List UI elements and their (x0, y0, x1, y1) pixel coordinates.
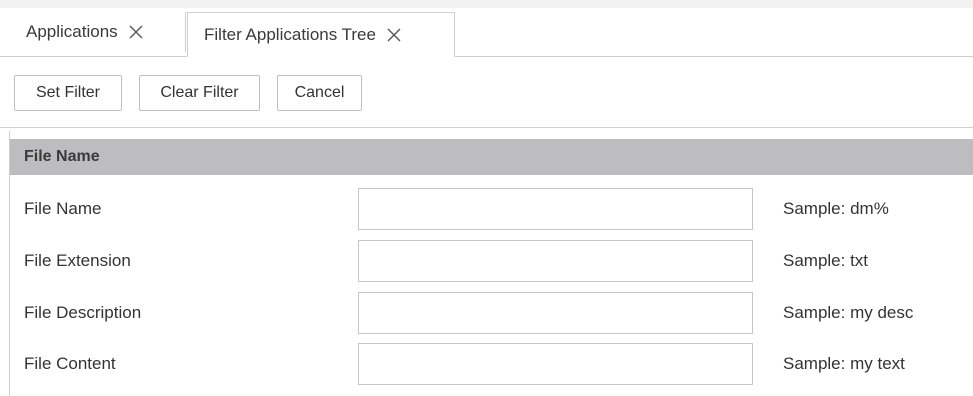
close-icon[interactable] (128, 24, 144, 40)
sample-hint: Sample: txt (783, 251, 869, 270)
clear-filter-button[interactable]: Clear Filter (139, 75, 260, 111)
file-name-input[interactable] (358, 188, 753, 230)
file-content-input[interactable] (358, 343, 753, 385)
tab-bar: Applications Filter Applications Tree (0, 8, 973, 57)
file-description-input[interactable] (358, 292, 753, 334)
file-extension-input[interactable] (358, 240, 753, 282)
sample-hint: Sample: my text (783, 354, 905, 373)
tab-filter-applications-tree[interactable]: Filter Applications Tree (187, 12, 455, 57)
tab-applications[interactable]: Applications (14, 12, 186, 52)
section-header: File Name (10, 139, 973, 175)
cancel-button[interactable]: Cancel (277, 75, 362, 111)
filter-row-file-extension: File Extension Sample: txt (10, 240, 973, 292)
sample-hint: Sample: dm% (783, 199, 889, 218)
tab-label: Filter Applications Tree (204, 24, 376, 44)
filter-row-file-name: File Name Sample: dm% (10, 188, 973, 240)
section-title: File Name (24, 148, 100, 165)
toolbar: Set Filter Clear Filter Cancel (0, 57, 973, 128)
field-label: File Content (24, 354, 116, 373)
field-label: File Description (24, 303, 142, 322)
field-label: File Name (24, 199, 102, 218)
filter-row-file-content: File Content Sample: my text (10, 343, 973, 395)
set-filter-button[interactable]: Set Filter (14, 75, 122, 111)
sample-hint: Sample: my desc (783, 303, 914, 322)
filter-row-file-description: File Description Sample: my desc (10, 292, 973, 344)
top-strip (0, 0, 973, 8)
field-label: File Extension (24, 251, 131, 270)
close-icon[interactable] (386, 27, 402, 43)
tab-label: Applications (26, 22, 118, 41)
